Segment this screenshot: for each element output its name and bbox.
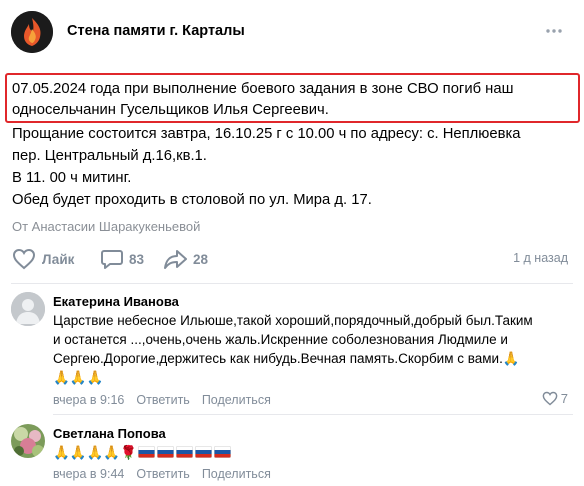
post-text-line: Обед будет проходить в столовой по ул. М… <box>12 192 372 208</box>
comment-text-line: и останется ...,очень,очень жаль.Искренн… <box>53 332 508 347</box>
russian-flag-icon <box>195 446 213 458</box>
user-placeholder-icon <box>11 292 45 326</box>
post-actions: Лайк 83 28 1 д назад <box>0 244 584 274</box>
praying-hands-emoji: 🙏 <box>502 351 520 366</box>
russian-flag-icon <box>176 446 194 458</box>
reposts-count: 28 <box>193 251 209 267</box>
group-avatar[interactable] <box>11 11 53 53</box>
comment-author[interactable]: Екатерина Иванова <box>53 294 179 309</box>
share-comment-button[interactable]: Поделиться <box>202 393 271 407</box>
divider <box>11 283 573 284</box>
post-author[interactable]: От Анастасии Шаракукеньевой <box>12 219 200 234</box>
comment-emoji-line: 🙏🙏🙏 <box>53 370 104 385</box>
post-text-line: 07.05.2024 года при выполнение боевого з… <box>12 81 514 97</box>
comment-text: Сергею.Дорогие,держитесь как нибудь.Вечн… <box>53 351 503 366</box>
comment-likes-count: 7 <box>560 391 568 406</box>
group-name[interactable]: Стена памяти г. Карталы <box>67 23 245 39</box>
share-comment-button[interactable]: Поделиться <box>202 467 271 481</box>
comment-button[interactable]: 83 <box>100 244 144 274</box>
heart-icon <box>542 391 558 406</box>
heart-icon <box>12 248 36 270</box>
comment-avatar[interactable] <box>11 424 45 458</box>
post-text-line: Прощание состоится завтра, 16.10.25 г с … <box>12 126 521 142</box>
comment-text-line: Сергею.Дорогие,держитесь как нибудь.Вечн… <box>53 349 521 368</box>
divider <box>53 414 573 415</box>
reply-button[interactable]: Ответить <box>136 393 189 407</box>
russian-flag-icon <box>138 446 156 458</box>
post-text-line: В 11. 00 ч митинг. <box>12 170 132 186</box>
comment-icon <box>101 250 123 269</box>
post-time[interactable]: 1 д назад <box>513 251 568 265</box>
comment-meta: вчера в 9:44 Ответить Поделиться <box>53 467 283 481</box>
comment-author[interactable]: Светлана Попова <box>53 426 166 441</box>
comments-count: 83 <box>129 251 145 267</box>
post-text-line: односельчанин Гусельщиков Илья Сергеевич… <box>12 102 329 118</box>
reply-button[interactable]: Ответить <box>136 467 189 481</box>
post-header: Стена памяти г. Карталы <box>0 0 584 64</box>
more-dots-icon[interactable] <box>545 25 563 37</box>
comment-avatar[interactable] <box>11 292 45 326</box>
comment-emojis: 🙏🙏🙏🙏🌹 <box>53 445 138 460</box>
comment-meta: вчера в 9:16 Ответить Поделиться <box>53 393 283 407</box>
avatar-photo <box>11 424 45 458</box>
comment-like-button[interactable]: 7 <box>542 391 568 406</box>
russian-flag-icon <box>214 446 232 458</box>
comment-time[interactable]: вчера в 9:16 <box>53 393 124 407</box>
like-button[interactable]: Лайк <box>12 244 74 274</box>
russian-flag-icon <box>157 446 175 458</box>
comment-time[interactable]: вчера в 9:44 <box>53 467 124 481</box>
share-arrow-icon <box>164 250 187 269</box>
share-button[interactable]: 28 <box>163 244 208 274</box>
flame-logo-icon <box>11 11 53 53</box>
comment-text-line: Царствие небесное Ильюше,такой хороший,п… <box>53 313 533 328</box>
comment-emoji-line: 🙏🙏🙏🙏🌹 <box>53 443 232 462</box>
like-label: Лайк <box>42 251 75 267</box>
post-text-line: пер. Центральный д.16,кв.1. <box>12 148 207 164</box>
